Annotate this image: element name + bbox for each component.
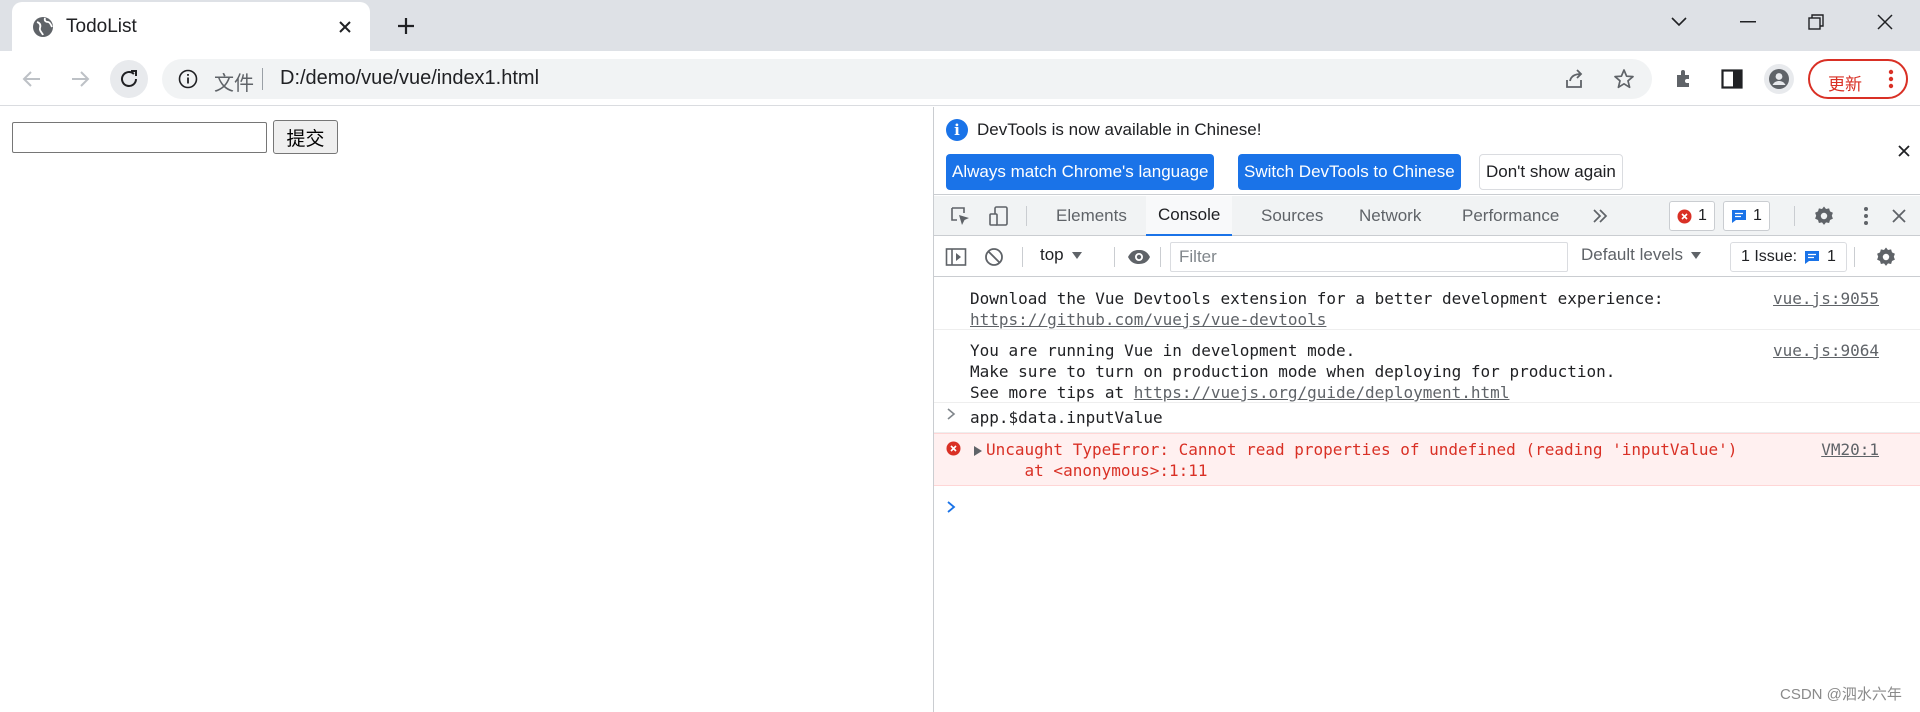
tab-elements[interactable]: Elements [1044,196,1139,236]
tab-search-icon[interactable] [1654,6,1704,38]
extensions-icon[interactable] [1672,66,1698,92]
submit-button[interactable]: 提交 [273,120,338,154]
devtools-tabbar: Elements Console Sources Network Perform… [934,196,1920,236]
settings-gear-icon[interactable] [1812,204,1836,228]
console-toolbar: top Filter Default levels 1 Issue: 1 [934,237,1920,277]
tabbar-divider [1794,206,1795,226]
issues-label: 1 Issue: [1741,248,1798,265]
close-window-button[interactable] [1860,6,1910,38]
more-tabs-icon[interactable] [1588,204,1612,228]
update-label: 更新 [1828,75,1862,94]
issue-message-icon [1805,250,1820,264]
watermark: CSDN @泗水六年 [1780,686,1902,703]
browser-toolbar: 文件 D:/demo/vue/vue/index1.html 更新 [0,51,1920,106]
source-link[interactable]: vue.js:9055 [1773,288,1879,309]
console-message-text: You are running Vue in development mode.… [970,341,1616,402]
side-panel-icon[interactable] [1719,66,1745,92]
dropdown-arrow-icon [1071,251,1082,259]
scheme-label: 文件 [214,73,254,95]
command-chevron-icon [946,407,956,421]
reload-button[interactable] [110,60,148,98]
console-message: Download the Vue Devtools extension for … [934,278,1920,330]
language-infobar: i DevTools is now available in Chinese! … [934,107,1920,195]
device-toolbar-icon[interactable] [987,204,1011,228]
tab-console[interactable]: Console [1146,196,1233,236]
command-text: app.$data.inputValue [970,408,1163,427]
console-command: app.$data.inputValue [934,403,1920,433]
tab-strip: TodoList [0,0,1920,51]
error-counter[interactable]: 1 [1669,201,1715,231]
dont-show-again-button[interactable]: Don't show again [1479,154,1623,190]
close-devtools-icon[interactable] [1887,204,1911,228]
switch-chinese-button[interactable]: Switch DevTools to Chinese [1238,154,1461,190]
console-error: Uncaught TypeError: Cannot read properti… [934,433,1920,486]
console-toolbar-divider [1022,247,1023,267]
inspect-element-icon[interactable] [948,204,972,228]
live-expression-eye-icon[interactable] [1127,245,1151,269]
globe-icon [32,16,54,38]
console-sidebar-icon[interactable] [944,245,968,269]
more-vert-icon [1888,69,1894,89]
log-levels-label: Default levels [1581,245,1684,264]
console-toolbar-divider [1114,247,1115,267]
source-link[interactable]: vue.js:9064 [1773,340,1879,361]
tab-performance[interactable]: Performance [1450,196,1571,236]
error-icon [1677,209,1692,224]
new-tab-button[interactable] [390,10,422,42]
bookmark-star-icon[interactable] [1613,68,1635,90]
close-tab-icon[interactable] [332,14,358,40]
dropdown-arrow-icon [1691,251,1702,259]
deployment-guide-link[interactable]: https://vuejs.org/guide/deployment.html [1134,383,1510,402]
console-toolbar-divider [1160,247,1161,267]
error-message-text: Uncaught TypeError: Cannot read properti… [986,440,1738,480]
issues-count: 1 [1827,248,1836,265]
update-button[interactable]: 更新 [1808,59,1908,99]
source-link[interactable]: VM20:1 [1821,439,1879,460]
restore-button[interactable] [1791,6,1841,38]
url-text[interactable]: D:/demo/vue/vue/index1.html [280,67,539,90]
context-value: top [1040,245,1064,264]
console-message: You are running Vue in development mode.… [934,330,1920,403]
devtools-panel: i DevTools is now available in Chinese! … [933,107,1920,712]
vue-devtools-link[interactable]: https://github.com/vuejs/vue-devtools [970,310,1326,329]
close-infobar-icon[interactable] [1894,141,1914,161]
tabbar-divider [1026,206,1027,226]
message-counter[interactable]: 1 [1723,201,1770,231]
tab-network[interactable]: Network [1347,196,1433,236]
filter-input[interactable]: Filter [1170,242,1568,272]
minimize-button[interactable] [1723,6,1773,38]
devtools-menu-icon[interactable] [1854,204,1878,228]
share-icon[interactable] [1564,68,1586,90]
tab-sources[interactable]: Sources [1249,196,1335,236]
console-toolbar-divider [1854,247,1855,267]
site-info-icon[interactable] [178,69,198,89]
profile-avatar[interactable] [1764,64,1794,94]
browser-tab[interactable]: TodoList [12,2,370,51]
log-levels-dropdown[interactable]: Default levels [1581,245,1702,265]
tab-title: TodoList [66,16,137,37]
context-selector[interactable]: top [1040,245,1082,265]
clear-console-icon[interactable] [982,245,1006,269]
page-viewport: 提交 [0,107,933,712]
back-button[interactable] [13,60,51,98]
console-settings-icon[interactable] [1874,245,1898,269]
message-icon [1731,209,1747,224]
console-message-text: Download the Vue Devtools extension for … [970,289,1664,329]
match-language-button[interactable]: Always match Chrome's language [946,154,1215,190]
error-icon [946,441,961,456]
todo-input[interactable] [12,122,267,153]
forward-button[interactable] [61,60,99,98]
console-output: Download the Vue Devtools extension for … [934,278,1920,712]
issues-button[interactable]: 1 Issue: 1 [1730,242,1847,272]
infobar-message: DevTools is now available in Chinese! [977,120,1262,139]
address-bar[interactable]: 文件 D:/demo/vue/vue/index1.html [162,59,1652,99]
omnibox-divider [262,68,263,90]
expand-triangle-icon[interactable] [974,446,982,456]
message-count: 1 [1753,207,1762,224]
error-count: 1 [1698,207,1707,224]
info-icon: i [946,119,968,141]
console-prompt-icon[interactable] [946,500,956,514]
